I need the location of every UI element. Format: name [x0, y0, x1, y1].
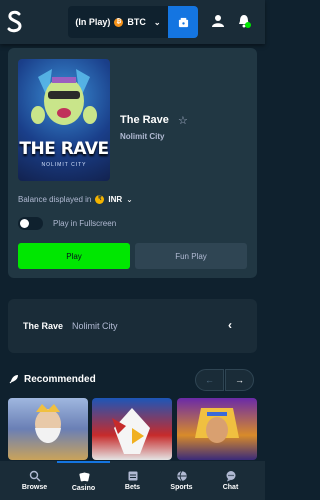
game-art: [35, 404, 61, 443]
nav-casino[interactable]: Casino: [57, 461, 110, 500]
game-art: [112, 408, 150, 454]
nav-label: Casino: [71, 485, 96, 492]
toggle-knob: [20, 219, 29, 228]
balance-label: Balance displayed in: [18, 195, 92, 204]
next-button[interactable]: →: [225, 369, 254, 391]
wallet-label: (In Play): [75, 17, 111, 27]
wallet-selector[interactable]: (In Play) ₿ BTC ⌄: [68, 6, 168, 38]
fullscreen-row: Play in Fullscreen: [18, 217, 116, 230]
thumbnail-title: THE RAVE: [19, 139, 109, 159]
balance-currency-selector[interactable]: Balance displayed in ₹ INR ⌄: [18, 195, 133, 204]
rocket-icon: [9, 375, 18, 384]
nav-bets[interactable]: Bets: [106, 461, 159, 500]
inr-icon: ₹: [95, 195, 105, 204]
wallet-button[interactable]: [168, 6, 198, 38]
bets-icon: [128, 471, 137, 481]
fullscreen-toggle[interactable]: [18, 217, 43, 230]
info-title: The Rave: [23, 321, 64, 331]
nav-label: Sports: [170, 484, 193, 491]
previous-button[interactable]: ←: [195, 369, 224, 391]
recommended-game-card[interactable]: [177, 398, 257, 460]
currency-label: BTC: [127, 17, 146, 27]
browse-icon: [29, 470, 40, 482]
nav-label: Browse: [21, 484, 48, 491]
fullscreen-label: Play in Fullscreen: [53, 219, 117, 228]
chevron-down-icon: ⌄: [126, 195, 133, 204]
game-thumbnail[interactable]: THE RAVE NOLIMIT CITY: [18, 59, 110, 181]
game-info-panel[interactable]: The Rave Nolimit City ‹: [8, 299, 257, 353]
wallet-icon: [178, 17, 188, 27]
recommended-game-card[interactable]: [8, 398, 88, 460]
game-art: [195, 408, 239, 443]
nav-label: Chat: [222, 484, 239, 491]
nav-browse[interactable]: Browse: [8, 461, 61, 500]
recommended-heading: Recommended: [24, 374, 96, 385]
nav-sports[interactable]: Sports: [155, 461, 208, 500]
thumbnail-subtitle: NOLIMIT CITY: [41, 162, 87, 168]
favorite-star-icon[interactable]: ☆: [178, 114, 188, 127]
chevron-left-icon[interactable]: ‹: [228, 318, 232, 332]
fun-play-button[interactable]: Fun Play: [135, 243, 247, 269]
logo-icon[interactable]: [6, 10, 24, 34]
info-provider: Nolimit City: [72, 321, 118, 331]
chat-icon: [226, 471, 235, 482]
chevron-down-icon: ⌄: [153, 17, 161, 27]
nav-label: Bets: [124, 484, 141, 491]
recommended-game-card[interactable]: [92, 398, 172, 460]
play-button[interactable]: Play: [18, 243, 130, 269]
game-title: The Rave: [120, 114, 169, 126]
game-provider[interactable]: Nolimit City: [120, 132, 164, 141]
balance-currency: INR: [108, 195, 123, 204]
notifications-icon[interactable]: [236, 13, 252, 29]
user-icon[interactable]: [210, 13, 226, 29]
sports-ball-icon: [176, 470, 187, 482]
btc-icon: ₿: [114, 17, 124, 27]
bottom-navigation: Browse Casino Bets Sports Chat: [0, 461, 265, 500]
cards-icon: [78, 472, 90, 482]
top-header: (In Play) ₿ BTC ⌄: [0, 0, 265, 44]
game-card: THE RAVE NOLIMIT CITY The Rave ☆ Nolimit…: [8, 48, 257, 278]
nav-chat[interactable]: Chat: [204, 461, 257, 500]
